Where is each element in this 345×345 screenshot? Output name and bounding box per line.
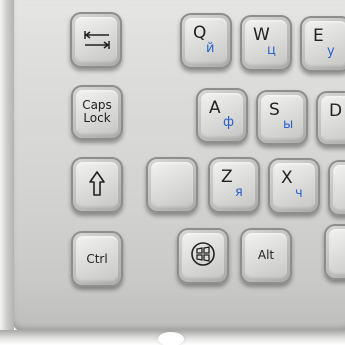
key-e-primary: E bbox=[313, 26, 324, 46]
key-partial-row3[interactable] bbox=[328, 160, 345, 216]
key-s[interactable]: S ы bbox=[256, 90, 308, 145]
key-e[interactable]: E у bbox=[300, 16, 345, 72]
panel-left-edge bbox=[0, 0, 14, 345]
tab-arrows-icon bbox=[83, 29, 111, 51]
key-w-secondary: ц bbox=[267, 43, 276, 58]
key-caps-lock[interactable]: Caps Lock bbox=[71, 85, 123, 140]
key-z-face: Z я bbox=[213, 162, 255, 208]
key-q-face: Q й bbox=[185, 18, 227, 64]
key-alt-face: Alt bbox=[245, 233, 287, 279]
key-blank[interactable] bbox=[146, 157, 198, 213]
key-z-secondary: я bbox=[235, 185, 243, 200]
key-s-primary: S bbox=[269, 100, 280, 120]
key-ctrl-label: Ctrl bbox=[86, 252, 108, 266]
key-d[interactable]: D bbox=[316, 91, 345, 146]
key-windows[interactable] bbox=[177, 228, 229, 284]
key-z-primary: Z bbox=[221, 167, 233, 187]
key-blank-face bbox=[151, 162, 193, 208]
key-w-primary: W bbox=[253, 25, 270, 45]
key-q-primary: Q bbox=[193, 23, 207, 43]
key-caps-lock-label: Caps Lock bbox=[76, 99, 118, 124]
key-s-face: S ы bbox=[261, 95, 303, 140]
key-a[interactable]: A ф bbox=[196, 88, 248, 143]
key-tab[interactable] bbox=[70, 12, 122, 68]
key-q-secondary: й bbox=[206, 41, 215, 56]
keyboard-photo: Q й W ц E у Caps Lock A ф S ы D Z я X ч … bbox=[0, 0, 345, 345]
key-x-secondary: ч bbox=[295, 186, 303, 201]
key-shift-face bbox=[76, 162, 118, 208]
key-x-face: X ч bbox=[273, 163, 315, 209]
key-x[interactable]: X ч bbox=[268, 158, 320, 214]
key-a-face: A ф bbox=[201, 93, 243, 138]
key-z[interactable]: Z я bbox=[208, 157, 260, 213]
key-caps-line2: Lock bbox=[83, 110, 111, 125]
windows-logo-icon bbox=[190, 241, 216, 267]
key-windows-face bbox=[182, 233, 224, 279]
key-caps-lock-face: Caps Lock bbox=[76, 90, 118, 135]
key-alt-label: Alt bbox=[257, 248, 275, 262]
key-e-secondary: у bbox=[327, 44, 335, 59]
key-d-primary: D bbox=[329, 101, 343, 121]
key-w-face: W ц bbox=[245, 20, 287, 66]
key-partial-row3-face bbox=[333, 165, 345, 211]
key-ctrl-face: Ctrl bbox=[76, 236, 118, 282]
key-tab-face bbox=[75, 17, 117, 63]
panel-bottom-tab bbox=[158, 332, 184, 345]
key-e-face: E у bbox=[305, 21, 345, 67]
shift-arrow-icon bbox=[88, 170, 106, 198]
key-s-secondary: ы bbox=[283, 117, 294, 132]
key-w[interactable]: W ц bbox=[240, 15, 292, 71]
key-partial-row4-face bbox=[329, 229, 345, 275]
key-partial-row4[interactable] bbox=[324, 224, 345, 280]
key-a-secondary: ф bbox=[223, 115, 235, 130]
key-d-face: D bbox=[321, 96, 345, 141]
key-q[interactable]: Q й bbox=[180, 13, 232, 69]
key-a-primary: A bbox=[209, 98, 221, 118]
key-alt[interactable]: Alt bbox=[240, 228, 292, 284]
key-x-primary: X bbox=[281, 168, 293, 188]
key-shift[interactable] bbox=[71, 157, 123, 213]
key-ctrl[interactable]: Ctrl bbox=[71, 231, 123, 287]
